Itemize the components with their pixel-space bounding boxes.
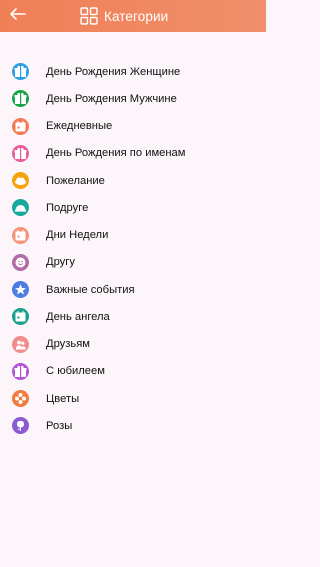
category-item[interactable]: Подруге	[0, 194, 266, 221]
flower-icon	[12, 390, 29, 408]
back-button[interactable]	[7, 5, 29, 27]
category-label: Другу	[46, 256, 75, 269]
category-label: С юбилеем	[46, 365, 105, 378]
calendar-icon	[12, 226, 29, 244]
category-item[interactable]: Ежедневные	[0, 113, 266, 140]
category-label: Пожелание	[46, 174, 105, 187]
gift-icon	[12, 63, 29, 81]
category-item[interactable]: День Рождения Мужчине	[0, 85, 266, 112]
category-item[interactable]: Цветы	[0, 385, 266, 412]
category-item[interactable]: Дни Недели	[0, 222, 266, 249]
grid-four-squares-icon	[80, 7, 98, 25]
calendar-icon	[12, 117, 29, 135]
category-item[interactable]: С юбилеем	[0, 358, 266, 385]
category-list: День Рождения Женщине День Рождения Мужчи…	[0, 58, 266, 440]
category-label: День Рождения по именам	[46, 147, 186, 160]
category-label: Подруге	[46, 201, 89, 214]
category-label: Ежедневные	[46, 120, 113, 133]
gift-icon	[12, 90, 29, 108]
category-item[interactable]: День Рождения Женщине	[0, 58, 266, 85]
category-item[interactable]: Другу	[0, 249, 266, 276]
category-item[interactable]: Друзьям	[0, 331, 266, 358]
dome-icon	[12, 199, 29, 217]
gift-icon	[12, 144, 29, 162]
cloud-icon	[12, 172, 29, 190]
rose-icon	[12, 417, 29, 435]
people-icon	[12, 335, 29, 353]
category-label: День Рождения Женщине	[46, 65, 181, 78]
category-label: Розы	[46, 419, 73, 432]
star-icon	[12, 281, 29, 299]
category-label: Друзьям	[46, 338, 90, 351]
category-label: День Рождения Мужчине	[46, 92, 177, 105]
smile-icon	[12, 253, 29, 271]
app-bar: Категории	[0, 0, 266, 32]
category-label: Дни Недели	[46, 229, 109, 242]
category-item[interactable]: Розы	[0, 412, 266, 439]
category-label: День ангела	[46, 310, 110, 323]
gift-icon	[12, 362, 29, 380]
arrow-left-icon	[10, 7, 26, 25]
category-item[interactable]: Важные события	[0, 276, 266, 303]
category-item[interactable]: День ангела	[0, 303, 266, 330]
category-item[interactable]: Пожелание	[0, 167, 266, 194]
category-item[interactable]: День Рождения по именам	[0, 140, 266, 167]
app-bar-title-group: Категории	[80, 6, 168, 26]
page-title: Категории	[104, 8, 169, 24]
calendar-icon	[12, 308, 29, 326]
category-label: Важные события	[46, 283, 135, 296]
category-label: Цветы	[46, 392, 80, 405]
